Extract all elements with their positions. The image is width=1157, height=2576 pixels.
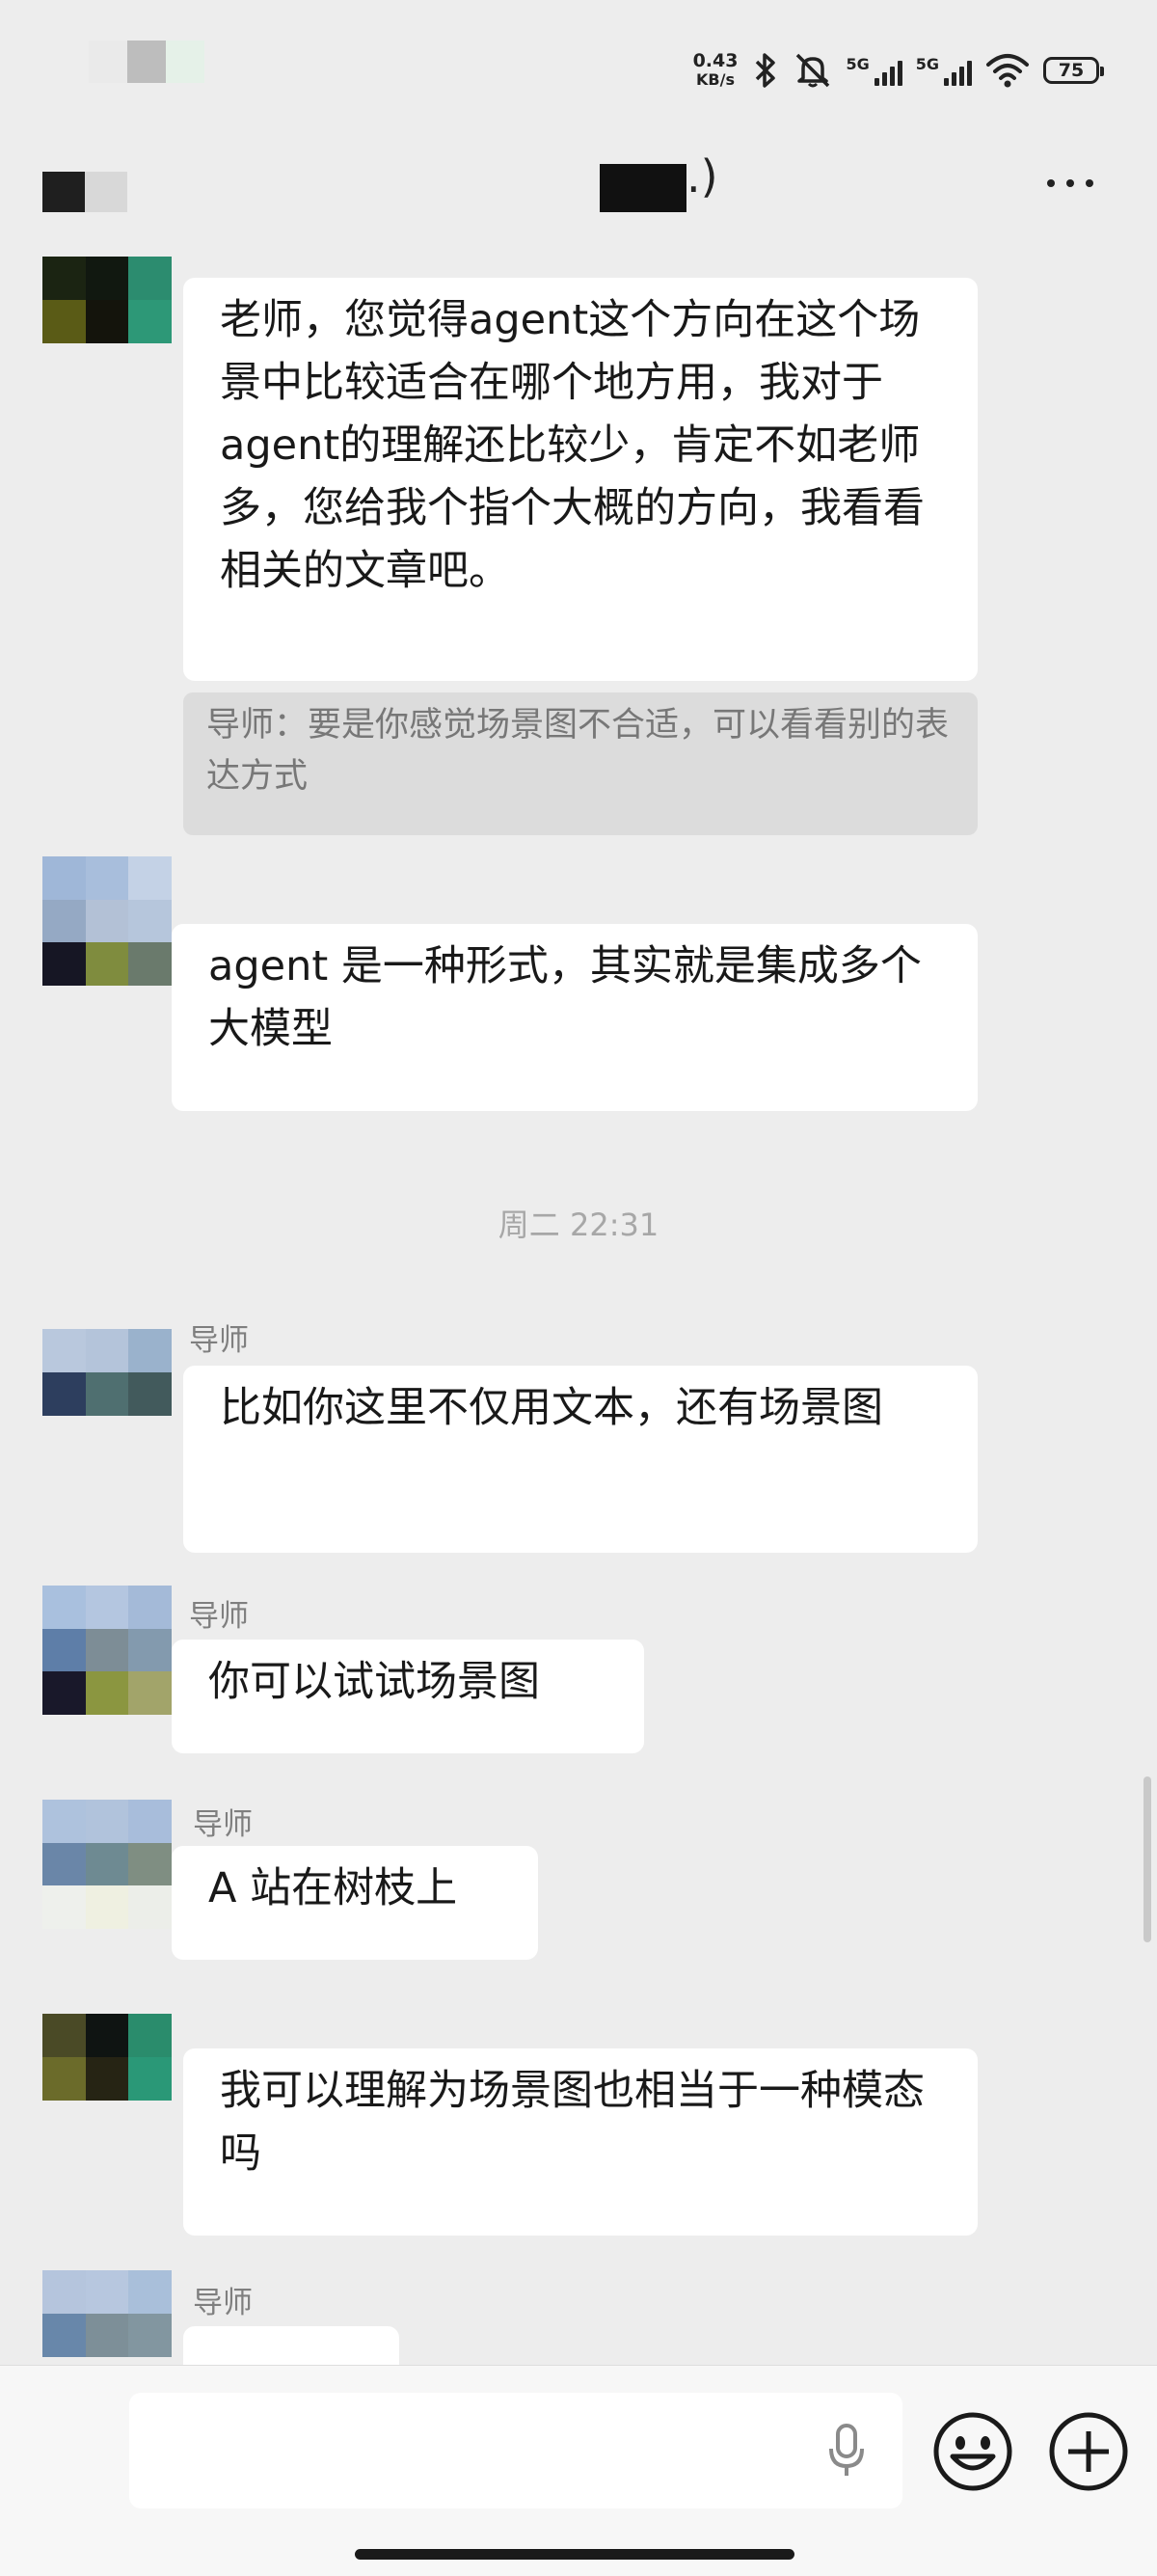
status-bar: 0.43 KB/s 5G 5G 75 <box>0 0 1157 135</box>
chat-title-redacted <box>600 164 686 212</box>
sender-name: 导师 <box>193 2286 253 2320</box>
avatar[interactable] <box>42 856 172 986</box>
message-text: 你可以试试场景图 <box>208 1658 540 1706</box>
avatar[interactable] <box>42 257 172 343</box>
message-text: A 站在树枝上 <box>208 1864 458 1912</box>
message-bubble[interactable]: 我可以理解为场景图也相当于一种模态吗 <box>183 2048 978 2236</box>
wifi-icon <box>986 54 1029 88</box>
message-bubble[interactable]: 你可以试试场景图 <box>172 1640 644 1753</box>
status-right: 0.43 KB/s 5G 5G 75 <box>692 46 1104 95</box>
quoted-message[interactable]: 导师：要是你感觉场景图不合适，可以看看别的表达方式 <box>183 692 978 835</box>
sender-name: 导师 <box>193 1807 253 1842</box>
message-bubble[interactable]: 比如你这里不仅用文本，还有场景图 <box>183 1366 978 1553</box>
chat-header: .) <box>0 145 1157 251</box>
battery-indicator: 75 <box>1043 57 1104 84</box>
message-text: 比如你这里不仅用文本，还有场景图 <box>220 1384 883 1432</box>
sender-name: 导师 <box>189 1323 249 1358</box>
quote-text: 导师：要是你感觉场景图不合适，可以看看别的表达方式 <box>206 706 950 796</box>
back-button[interactable] <box>42 172 85 212</box>
avatar[interactable] <box>42 1586 172 1715</box>
signal2-label: 5G <box>915 55 939 73</box>
home-indicator[interactable] <box>355 2549 794 2560</box>
scrollbar[interactable] <box>1144 1776 1151 1942</box>
plus-icon[interactable] <box>1047 2410 1130 2493</box>
more-icon[interactable] <box>1047 179 1093 187</box>
input-bar <box>0 2365 1157 2576</box>
signal1-label: 5G <box>846 55 870 73</box>
signal-strength-1: 5G <box>846 55 902 86</box>
message-text: 老师，您觉得agent这个方向在这个场景中比较适合在哪个地方用，我对于agent… <box>220 296 925 595</box>
signal-strength-2: 5G <box>916 55 972 86</box>
avatar[interactable] <box>42 2270 172 2357</box>
timestamp-separator: 周二 22:31 <box>498 1207 659 1243</box>
mic-icon[interactable] <box>827 2422 866 2480</box>
sender-name: 导师 <box>189 1599 249 1634</box>
net-speed-value: 0.43 <box>692 50 739 71</box>
net-speed-unit: KB/s <box>696 70 735 89</box>
message-text: agent 是一种形式，其实就是集成多个大模型 <box>208 942 922 1053</box>
message-text: 我可以理解为场景图也相当于一种模态吗 <box>220 2067 925 2178</box>
avatar[interactable] <box>42 2014 172 2101</box>
avatar[interactable] <box>42 1800 172 1929</box>
bell-off-icon <box>796 53 830 88</box>
message-bubble[interactable]: agent 是一种形式，其实就是集成多个大模型 <box>172 924 978 1111</box>
avatar[interactable] <box>42 1329 172 1416</box>
message-input[interactable] <box>129 2393 902 2508</box>
emoji-icon[interactable] <box>931 2410 1014 2493</box>
net-speed: 0.43 KB/s <box>692 50 739 90</box>
chat-title: .) <box>686 150 718 203</box>
bluetooth-icon <box>756 53 776 88</box>
back-button-redacted <box>85 172 127 212</box>
battery-level: 75 <box>1058 60 1085 81</box>
message-bubble[interactable]: A 站在树枝上 <box>172 1846 538 1960</box>
message-bubble[interactable]: 老师，您觉得agent这个方向在这个场景中比较适合在哪个地方用，我对于agent… <box>183 278 978 681</box>
